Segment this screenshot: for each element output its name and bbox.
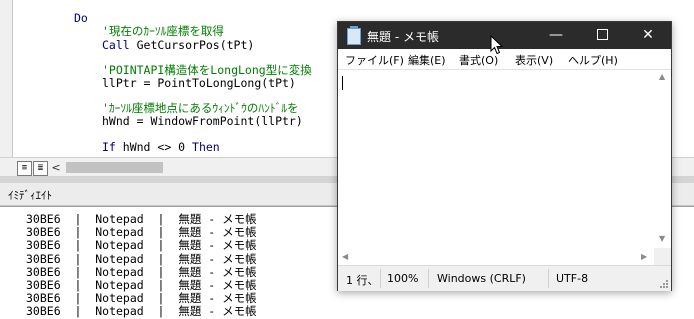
status-divider bbox=[548, 269, 549, 288]
maximize-icon bbox=[596, 28, 608, 40]
status-line-ending: Windows (CRLF) bbox=[437, 272, 526, 285]
keyword: If bbox=[102, 140, 116, 154]
code-line-call: Call GetCursorPos(tPt) bbox=[102, 38, 254, 52]
close-button[interactable]: ✕ bbox=[625, 22, 671, 49]
notepad-window[interactable]: 無題 - メモ帳 — ✕ ファイル(F) 編集(E) 書式(O) 表示(V) ヘ… bbox=[337, 21, 672, 291]
notepad-app-icon bbox=[347, 26, 361, 45]
status-cursor-position: 1 行、1 bbox=[346, 274, 378, 287]
notepad-statusbar: 1 行、1 100% Windows (CRLF) UTF-8 bbox=[338, 265, 671, 291]
immediate-window-title-text: ｲﾐﾃﾞｨｴｲﾄ bbox=[8, 189, 52, 202]
code-gutter bbox=[0, 0, 13, 157]
horizontal-scrollbar[interactable]: ◀ ▶ bbox=[338, 248, 654, 265]
code-line-do: Do bbox=[74, 11, 88, 25]
status-zoom: 100% bbox=[387, 272, 419, 285]
scroll-down-icon[interactable]: ▼ bbox=[659, 234, 665, 243]
menu-edit[interactable]: 編集(E) bbox=[408, 52, 446, 68]
minimize-button[interactable]: — bbox=[533, 22, 579, 49]
keyword: Do bbox=[74, 11, 88, 25]
scroll-left-icon[interactable]: ◀ bbox=[342, 252, 348, 261]
keyword: Then bbox=[192, 140, 220, 154]
vertical-scrollbar[interactable]: ▲ ▼ bbox=[654, 70, 671, 247]
code-comment-window-handle: 'ｶｰｿﾙ座標地点にあるｳｨﾝﾄﾞｳのﾊﾝﾄﾞﾙを bbox=[102, 101, 299, 115]
menu-file[interactable]: ファイル(F) bbox=[345, 52, 404, 68]
scroll-up-icon[interactable]: ▲ bbox=[659, 72, 665, 81]
procedure-view-icon[interactable]: ≡ bbox=[17, 161, 32, 176]
status-divider bbox=[428, 269, 429, 288]
code-comment-convert: 'POINTAPI構造体をLongLong型に変換 bbox=[102, 63, 312, 77]
menu-view[interactable]: 表示(V) bbox=[515, 52, 553, 68]
code-text: hWnd <> 0 bbox=[115, 140, 193, 154]
text-caret bbox=[342, 76, 343, 90]
notepad-text-area[interactable]: ▲ ▼ ◀ ▶ bbox=[338, 70, 671, 265]
minimize-icon: — bbox=[549, 27, 563, 43]
close-icon: ✕ bbox=[642, 27, 654, 43]
code-text: GetCursorPos(tPt) bbox=[129, 38, 255, 52]
resize-grip-icon[interactable] bbox=[660, 280, 668, 288]
status-divider bbox=[380, 269, 381, 288]
code-comment-get-cursor: '現在のｶｰｿﾙ座標を取得 bbox=[102, 24, 224, 38]
code-line-if: If hWnd <> 0 Then bbox=[102, 140, 220, 154]
scroll-left-button[interactable]: < bbox=[50, 160, 62, 175]
notepad-titlebar[interactable]: 無題 - メモ帳 — ✕ bbox=[338, 22, 671, 49]
maximize-button[interactable] bbox=[579, 22, 625, 49]
output-line: 30BE6 | Notepad | 無題 - メモ帳 bbox=[26, 251, 257, 266]
notepad-title: 無題 - メモ帳 bbox=[367, 30, 439, 44]
full-module-view-icon[interactable]: ≣ bbox=[33, 161, 48, 176]
mouse-pointer-icon bbox=[490, 35, 504, 55]
code-line-llptr: llPtr = PointToLongLong(tPt) bbox=[102, 76, 296, 90]
output-line: 30BE6 | Notepad | 無題 - メモ帳 bbox=[26, 238, 257, 253]
keyword: Call bbox=[102, 38, 130, 52]
status-encoding: UTF-8 bbox=[556, 272, 589, 285]
scroll-right-icon[interactable]: ▶ bbox=[641, 252, 647, 261]
notepad-menubar: ファイル(F) 編集(E) 書式(O) 表示(V) ヘルプ(H) bbox=[338, 49, 671, 70]
scrollbar-corner bbox=[654, 248, 671, 265]
code-line-hwnd: hWnd = WindowFromPoint(llPtr) bbox=[102, 114, 303, 128]
output-line: 30BE6 | Notepad | 無題 - メモ帳 bbox=[26, 264, 257, 279]
menu-help[interactable]: ヘルプ(H) bbox=[568, 52, 618, 68]
horizontal-scrollbar-thumb[interactable] bbox=[66, 162, 163, 173]
